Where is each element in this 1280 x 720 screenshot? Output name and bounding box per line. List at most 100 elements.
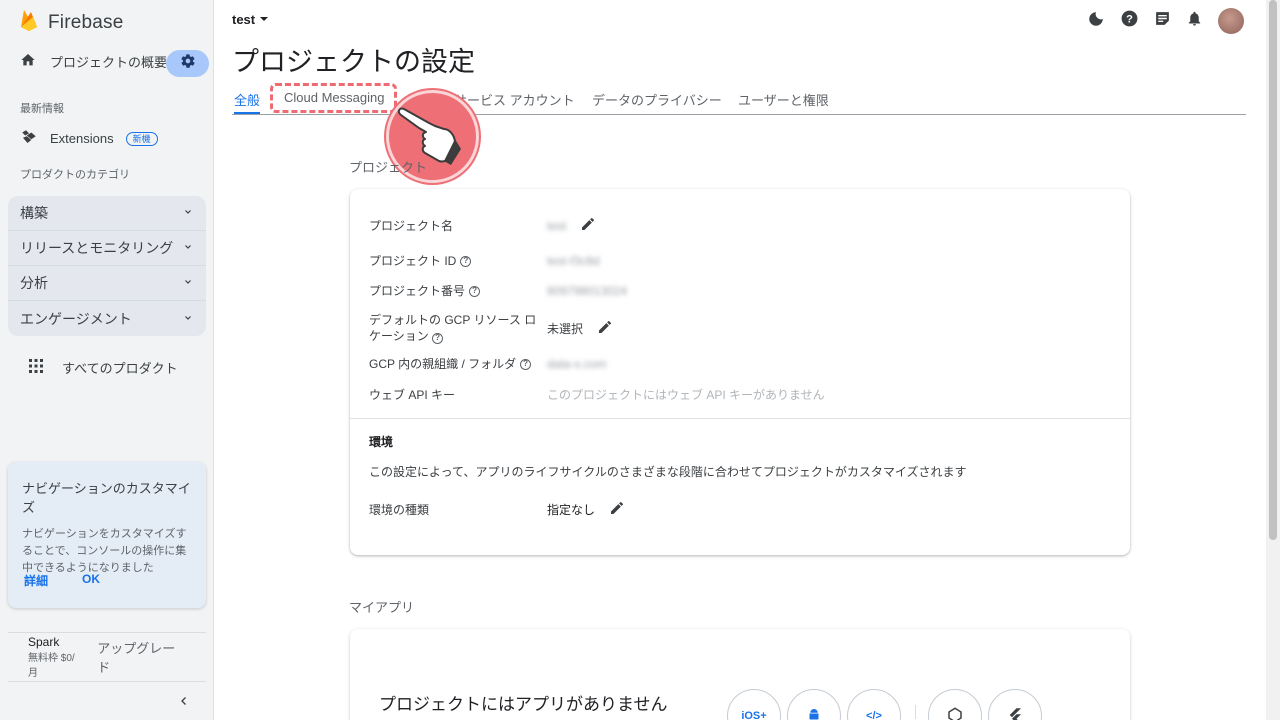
sidebar-item-overview[interactable]: プロジェクトの概要 [20, 52, 167, 71]
chevron-down-icon [182, 275, 194, 291]
ok-button[interactable]: OK [82, 572, 100, 589]
brand-name: Firebase [48, 11, 124, 33]
unity-icon [946, 706, 964, 720]
extensions-icon [20, 128, 38, 149]
sidebar: Firebase プロジェクトの概要 最新情報 Extensions 新機 プロ… [0, 0, 214, 720]
gcp-location-label: デフォルトの GCP リソース ロケーション [369, 313, 537, 343]
tab-general[interactable]: 全般 [234, 90, 260, 109]
chevron-down-icon [182, 205, 194, 221]
avatar[interactable] [1218, 8, 1244, 34]
web-api-key-label: ウェブ API キー [369, 387, 456, 402]
svg-text:?: ? [1126, 13, 1133, 25]
plan-row: Spark 無料枠 $0/月 アップグレード [8, 632, 206, 682]
latest-section-label: 最新情報 [20, 103, 64, 115]
edit-icon[interactable] [580, 216, 596, 235]
plan-price: 無料枠 $0/月 [28, 653, 75, 679]
gcp-location-value: 未選択 [547, 321, 584, 336]
row-environment-type: 環境の種類 指定なし [369, 500, 1109, 519]
environment-title: 環境 [369, 435, 394, 449]
sidebar-item-engagement[interactable]: エンゲージメント [8, 301, 206, 336]
firebase-brand[interactable]: Firebase [20, 8, 124, 37]
tab-data-privacy[interactable]: データのプライバシー [592, 90, 722, 109]
customize-body: ナビゲーションをカスタマイズすることで、コンソールの操作に集中できるようになりま… [22, 528, 187, 574]
android-icon [805, 706, 823, 720]
customize-nav-card: ナビゲーションのカスタマイズ ナビゲーションをカスタマイズすることで、コンソール… [8, 462, 206, 608]
active-tab-indicator [234, 112, 260, 114]
category-label: 分析 [20, 275, 48, 291]
chevron-left-icon [178, 695, 190, 712]
upgrade-button[interactable]: アップグレード [97, 638, 186, 676]
project-id-value: test-f3c8d [547, 254, 600, 268]
plan-name: Spark [28, 635, 60, 649]
sidebar-item-release[interactable]: リリースとモニタリング [8, 231, 206, 266]
flutter-icon [1006, 706, 1024, 720]
project-name-label: プロジェクト名 [369, 218, 454, 233]
all-products-label: すべてのプロダクト [62, 361, 178, 376]
separator [915, 705, 916, 719]
category-label: リリースとモニタリング [20, 240, 174, 256]
project-number-value: 809798013024 [547, 284, 628, 298]
environment-description: この設定によって、アプリのライフサイクルのさまざまな段階に合わせてプロジェクトが… [369, 465, 967, 479]
apps-grid-icon [28, 358, 44, 377]
gear-icon [180, 53, 196, 74]
help-icon[interactable]: ? [432, 333, 444, 344]
project-selector[interactable]: test [232, 12, 269, 27]
environment-type-value: 指定なし [547, 503, 596, 517]
help-icon[interactable]: ? [460, 255, 472, 267]
project-number-label: プロジェクト番号 [369, 284, 466, 298]
row-web-api-key: ウェブ API キー このプロジェクトにはウェブ API キーがありません [369, 386, 1109, 403]
sidebar-item-all-products[interactable]: すべてのプロダクト [28, 358, 178, 377]
page-scrollbar[interactable] [1266, 0, 1280, 720]
edit-icon[interactable] [609, 500, 625, 519]
chevron-down-icon [182, 240, 194, 256]
sidebar-item-extensions[interactable]: Extensions 新機 [20, 128, 158, 149]
parent-org-label: GCP 内の親組織 / フォルダ [369, 357, 517, 371]
sidebar-item-analytics[interactable]: 分析 [8, 266, 206, 301]
help-icon[interactable]: ? [520, 358, 532, 370]
row-project-name: プロジェクト名 test [369, 216, 1109, 235]
project-name: test [232, 12, 256, 27]
no-apps-text: プロジェクトにはアプリがありません [379, 695, 668, 714]
row-gcp-location: デフォルトの GCP リソース ロケーション ? 未選択 [369, 312, 1109, 344]
bell-icon[interactable] [1186, 10, 1203, 32]
add-web-app-button[interactable]: </> [847, 689, 901, 720]
apps-card: プロジェクトにはアプリがありません iOS+ </> [350, 629, 1130, 720]
extensions-label: Extensions [50, 131, 114, 146]
tab-users-permissions[interactable]: ユーザーと権限 [738, 90, 829, 109]
project-section-label: プロジェクト [349, 160, 428, 175]
project-card: プロジェクト名 test プロジェクト ID? test-f3c8d プロジェク… [350, 189, 1130, 555]
add-flutter-app-button[interactable] [988, 689, 1042, 720]
highlight-box [270, 83, 397, 113]
home-icon [20, 52, 36, 71]
page-title: プロジェクトの設定 [232, 47, 475, 77]
sidebar-item-build[interactable]: 構築 [8, 196, 206, 231]
environment-type-label: 環境の種類 [369, 502, 430, 517]
add-ios-app-button[interactable]: iOS+ [727, 689, 781, 720]
chevron-down-icon [182, 311, 194, 327]
category-group: 構築 リリースとモニタリング 分析 エンゲージメント [8, 196, 206, 336]
customize-title: ナビゲーションのカスタマイズ [22, 481, 191, 515]
caret-down-icon [259, 12, 269, 27]
help-icon[interactable]: ? [469, 285, 481, 297]
project-id-label: プロジェクト ID [369, 254, 457, 268]
add-android-app-button[interactable] [787, 689, 841, 720]
collapse-sidebar-button[interactable] [178, 694, 190, 713]
settings-button[interactable] [166, 50, 209, 77]
row-project-id: プロジェクト ID? test-f3c8d [369, 253, 1109, 269]
scrollbar-thumb[interactable] [1269, 0, 1277, 540]
row-parent-org: GCP 内の親組織 / フォルダ? data-x.com [369, 356, 1109, 372]
category-label: エンゲージメント [20, 310, 132, 327]
overview-label: プロジェクトの概要 [50, 55, 168, 70]
ios-icon: iOS+ [741, 710, 767, 720]
apps-section-label: マイアプリ [349, 600, 415, 615]
details-link[interactable]: 詳細 [24, 572, 48, 589]
notes-icon[interactable] [1154, 10, 1171, 32]
dark-mode-icon[interactable] [1087, 10, 1105, 33]
code-icon: </> [866, 710, 882, 720]
web-api-key-value: このプロジェクトにはウェブ API キーがありません [547, 388, 825, 402]
edit-icon[interactable] [597, 319, 613, 338]
top-toolbar: ? [1087, 8, 1244, 34]
category-section-label: プロダクトのカテゴリ [20, 169, 130, 181]
add-unity-app-button[interactable] [928, 689, 982, 720]
help-icon[interactable]: ? [1120, 9, 1139, 33]
